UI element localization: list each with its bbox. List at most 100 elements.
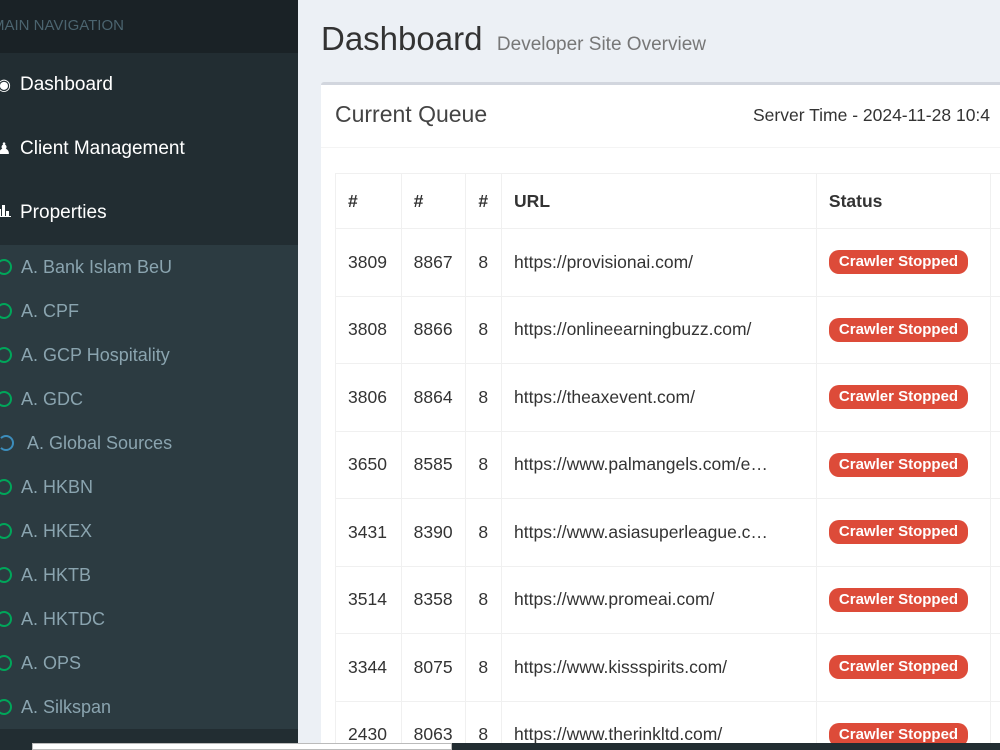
table-row[interactable]: 3650 8585 8 https://www.palmangels.com/e…	[335, 430, 1000, 499]
property-item[interactable]: A. HKTDC	[0, 597, 298, 641]
property-label: A. HKTB	[21, 564, 92, 585]
cell-status: Crawler Stopped	[815, 633, 992, 702]
column-header-url[interactable]: URL	[501, 173, 817, 229]
cell-a: 3514	[335, 565, 402, 634]
loading-spinner-icon	[0, 435, 14, 451]
sidebar-item-label: Client Management	[20, 138, 185, 159]
status-badge: Crawler Stopped	[828, 385, 969, 410]
column-header[interactable]: #	[400, 173, 467, 229]
status-badge: Crawler Stopped	[828, 317, 969, 342]
bottom-panel-edge	[32, 743, 452, 750]
queue-table: # # # URL Status 3809 8867 8 https://pro…	[335, 173, 1000, 750]
cell-extra	[990, 295, 1000, 364]
cell-c: 8	[465, 633, 503, 702]
page-title: Dashboard	[321, 20, 483, 57]
table-row[interactable]: 3809 8867 8 https://provisionai.com/ Cra…	[335, 228, 1000, 297]
property-item[interactable]: A. Global Sources	[0, 421, 298, 465]
cell-a: 3650	[335, 430, 402, 499]
property-item[interactable]: A. HKBN	[0, 465, 298, 509]
cell-b: 8864	[400, 363, 467, 432]
table-row[interactable]: 3431 8390 8 https://www.asiasuperleague.…	[335, 498, 1000, 567]
property-label: A. Global Sources	[27, 432, 173, 453]
cell-c: 8	[465, 430, 503, 499]
table-row[interactable]: 3808 8866 8 https://onlineearningbuzz.co…	[335, 295, 1000, 364]
status-circle-icon	[0, 259, 12, 275]
property-label: A. Bank Islam BeU	[21, 256, 173, 277]
cell-extra	[990, 228, 1000, 297]
column-header-extra	[990, 173, 1000, 229]
sidebar-item-properties[interactable]: Properties	[0, 181, 298, 245]
cell-status: Crawler Stopped	[815, 430, 992, 499]
cell-url[interactable]: https://www.palmangels.com/e…	[501, 430, 817, 499]
table-row[interactable]: 3514 8358 8 https://www.promeai.com/ Cra…	[335, 565, 1000, 634]
cell-url[interactable]: https://provisionai.com/	[501, 228, 817, 297]
dashboard-icon: ◉	[0, 77, 11, 94]
cell-url[interactable]: https://theaxevent.com/	[501, 363, 817, 432]
cell-b: 8585	[400, 430, 467, 499]
status-badge: Crawler Stopped	[828, 520, 969, 545]
cell-extra	[990, 363, 1000, 432]
properties-submenu: A. Bank Islam BeU A. CPF A. GCP Hospital…	[0, 245, 298, 729]
table-row[interactable]: 3344 8075 8 https://www.kissspirits.com/…	[335, 633, 1000, 702]
cell-url[interactable]: https://www.kissspirits.com/	[501, 633, 817, 702]
server-time: Server Time - 2024-11-28 10:4	[753, 105, 991, 125]
property-item[interactable]: A. GDC	[0, 377, 298, 421]
property-label: A. HKTDC	[21, 608, 106, 629]
users-icon: ♟	[0, 141, 12, 158]
cell-status: Crawler Stopped	[815, 565, 992, 634]
sidebar-item-label: Properties	[20, 202, 107, 223]
cell-b: 8075	[400, 633, 467, 702]
cell-a: 3809	[335, 228, 402, 297]
column-header[interactable]: #	[465, 173, 503, 229]
column-header-status[interactable]: Status	[815, 173, 992, 229]
current-queue-box: Current Queue Server Time - 2024-11-28 1…	[321, 82, 1000, 750]
status-circle-icon	[0, 699, 12, 715]
status-circle-icon	[0, 347, 12, 363]
status-badge: Crawler Stopped	[828, 452, 969, 477]
property-item[interactable]: A. CPF	[0, 289, 298, 333]
status-circle-icon	[0, 523, 12, 539]
status-circle-icon	[0, 479, 12, 495]
bar-chart-icon	[0, 204, 12, 222]
cell-extra	[990, 498, 1000, 567]
property-item[interactable]: A. GCP Hospitality	[0, 333, 298, 377]
property-item[interactable]: A. HKEX	[0, 509, 298, 553]
cell-status: Crawler Stopped	[815, 228, 992, 297]
cell-url[interactable]: https://www.promeai.com/	[501, 565, 817, 634]
cell-b: 8866	[400, 295, 467, 364]
cell-c: 8	[465, 228, 503, 297]
property-label: A. Silkspan	[21, 696, 112, 717]
table-row[interactable]: 3806 8864 8 https://theaxevent.com/ Craw…	[335, 363, 1000, 432]
cell-c: 8	[465, 295, 503, 364]
property-item[interactable]: A. Silkspan	[0, 685, 298, 729]
status-circle-icon	[0, 567, 12, 583]
sidebar-item-client-management[interactable]: ♟ Client Management	[0, 117, 298, 181]
cell-url[interactable]: https://www.asiasuperleague.c…	[501, 498, 817, 567]
property-item[interactable]: A. OPS	[0, 641, 298, 685]
property-label: A. HKBN	[21, 476, 94, 497]
sidebar-item-dashboard[interactable]: ◉ Dashboard	[0, 53, 298, 117]
status-circle-icon	[0, 655, 12, 671]
status-circle-icon	[0, 391, 12, 407]
property-item[interactable]: A. HKTB	[0, 553, 298, 597]
cell-status: Crawler Stopped	[815, 498, 992, 567]
status-badge: Crawler Stopped	[828, 250, 969, 275]
cell-a: 3344	[335, 633, 402, 702]
property-label: A. GDC	[21, 388, 84, 409]
content-header: Dashboard Developer Site Overview	[321, 20, 706, 58]
cell-status: Crawler Stopped	[815, 295, 992, 364]
cell-a: 3431	[335, 498, 402, 567]
property-item[interactable]: A. Bank Islam BeU	[0, 245, 298, 289]
cell-url[interactable]: https://onlineearningbuzz.com/	[501, 295, 817, 364]
sidebar-item-label: Dashboard	[20, 74, 113, 95]
page-subtitle: Developer Site Overview	[496, 34, 706, 55]
cell-b: 8867	[400, 228, 467, 297]
cell-extra	[990, 565, 1000, 634]
cell-status: Crawler Stopped	[815, 363, 992, 432]
cell-extra	[990, 633, 1000, 702]
cell-c: 8	[465, 498, 503, 567]
cell-a: 3808	[335, 295, 402, 364]
column-header[interactable]: #	[335, 173, 402, 229]
property-label: A. OPS	[21, 652, 82, 673]
main-content: Dashboard Developer Site Overview Curren…	[298, 0, 1000, 750]
